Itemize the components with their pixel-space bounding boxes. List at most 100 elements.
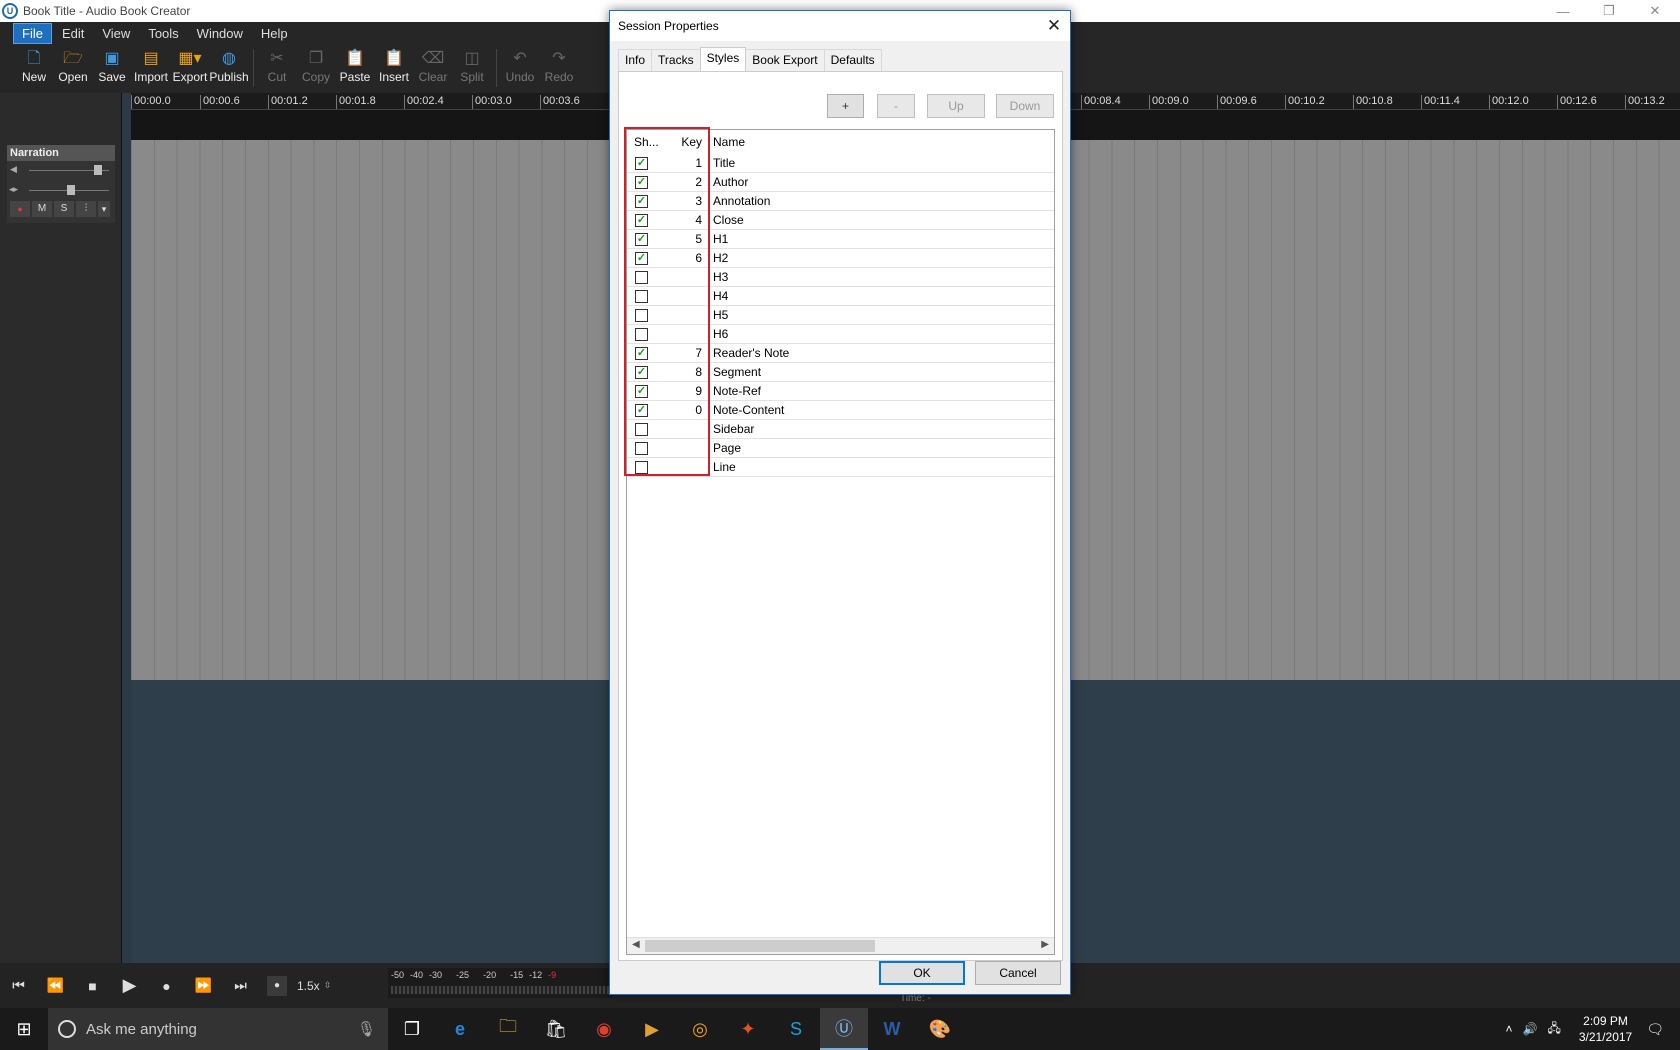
style-row[interactable]: ✓ 8 Segment <box>627 363 1054 382</box>
undo-button[interactable]: ↶ Undo <box>501 44 539 84</box>
style-name[interactable]: H1 <box>707 232 728 246</box>
style-name[interactable]: H2 <box>707 251 728 265</box>
style-key[interactable]: 1 <box>667 156 707 170</box>
show-checkbox[interactable] <box>635 270 648 284</box>
show-checkbox[interactable] <box>635 289 648 303</box>
track-name[interactable]: Narration <box>7 145 115 161</box>
style-key[interactable]: 0 <box>667 403 707 417</box>
volume-icon[interactable]: 🔊 <box>1522 1022 1537 1036</box>
menu-view[interactable]: View <box>94 24 138 43</box>
minimize-button[interactable]: — <box>1540 0 1586 22</box>
style-row[interactable]: ✓ 4 Close <box>627 211 1054 230</box>
style-row[interactable]: ✓ 9 Note-Ref <box>627 382 1054 401</box>
skip-to-start-icon[interactable]: ⏮ <box>0 977 37 994</box>
style-name[interactable]: Line <box>707 460 736 474</box>
mute-button[interactable]: M <box>32 201 52 217</box>
cut-button[interactable]: ✂ Cut <box>258 44 296 84</box>
add-style-button[interactable]: + <box>827 94 864 118</box>
horizontal-scrollbar[interactable]: ◀ ▶ <box>627 937 1054 954</box>
show-checkbox[interactable] <box>635 441 648 455</box>
style-key[interactable]: 4 <box>667 213 707 227</box>
show-checkbox[interactable]: ✓ <box>635 232 648 246</box>
paint-icon[interactable]: 🎨 <box>916 1008 964 1050</box>
style-row[interactable]: ✓ 2 Author <box>627 173 1054 192</box>
style-name[interactable]: Note-Content <box>707 403 784 417</box>
open-button[interactable]: 🗁 Open <box>54 44 92 84</box>
menu-file[interactable]: File <box>13 22 52 44</box>
export-button[interactable]: ▦▾ Export <box>171 44 209 84</box>
show-checkbox[interactable] <box>635 308 648 322</box>
speed-stepper-icon[interactable]: ⇳ <box>324 980 332 991</box>
microphone-icon[interactable]: 🎙 <box>357 1020 376 1038</box>
move-up-button[interactable]: Up <box>927 94 985 118</box>
loop-record-icon[interactable]: ● <box>267 975 287 996</box>
rewind-icon[interactable]: ⏪ <box>37 977 74 994</box>
menu-tools[interactable]: Tools <box>140 24 186 43</box>
solo-button[interactable]: S <box>54 201 74 217</box>
style-name[interactable]: Close <box>707 213 744 227</box>
tab-styles[interactable]: Styles <box>699 47 747 71</box>
publish-button[interactable]: ◍ Publish <box>209 44 248 84</box>
scroll-left-icon[interactable]: ◀ <box>632 939 640 950</box>
menu-help[interactable]: Help <box>253 24 296 43</box>
tab-defaults[interactable]: Defaults <box>823 49 882 71</box>
restore-button[interactable]: ❐ <box>1586 0 1632 22</box>
show-checkbox[interactable]: ✓ <box>635 346 648 360</box>
column-name[interactable]: Name <box>707 135 745 149</box>
style-name[interactable]: Note-Ref <box>707 384 761 398</box>
style-row[interactable]: ✓ 3 Annotation <box>627 192 1054 211</box>
cortana-search[interactable]: Ask me anything 🎙 <box>48 1008 388 1050</box>
scrollbar-thumb[interactable] <box>645 940 875 952</box>
show-checkbox[interactable]: ✓ <box>635 251 648 265</box>
record-icon[interactable]: ● <box>148 978 185 994</box>
style-name[interactable]: H6 <box>707 327 728 341</box>
tab-info[interactable]: Info <box>618 49 653 71</box>
style-name[interactable]: Sidebar <box>707 422 754 436</box>
edge-browser-icon[interactable]: e <box>436 1008 484 1050</box>
remove-style-button[interactable]: - <box>877 94 915 118</box>
audio-book-creator-taskbar-icon[interactable]: Ⓤ <box>820 1008 868 1050</box>
insert-button[interactable]: 📋 Insert <box>375 44 413 84</box>
style-key[interactable]: 3 <box>667 194 707 208</box>
copy-button[interactable]: ❐ Copy <box>297 44 335 84</box>
network-icon[interactable]: 🖧 <box>1547 1019 1560 1040</box>
show-checkbox[interactable]: ✓ <box>635 213 648 227</box>
split-button[interactable]: ◫ Split <box>453 44 491 84</box>
clock[interactable]: 2:09 PM 3/21/2017 <box>1579 1013 1632 1045</box>
file-explorer-icon[interactable]: 🗀 <box>484 1008 532 1050</box>
fast-forward-icon[interactable]: ⏩ <box>185 977 222 994</box>
dialog-close-icon[interactable]: ✕ <box>1044 16 1064 36</box>
style-name[interactable]: H3 <box>707 270 728 284</box>
show-checkbox[interactable]: ✓ <box>635 175 648 189</box>
show-checkbox[interactable]: ✓ <box>635 403 648 417</box>
style-row[interactable]: ✓ 6 H2 <box>627 249 1054 268</box>
skype-icon[interactable]: S <box>772 1008 820 1050</box>
style-row[interactable]: H6 <box>627 325 1054 344</box>
windows-start-icon[interactable]: ⊞ <box>0 1008 48 1050</box>
task-view-icon[interactable]: ❐ <box>388 1008 436 1050</box>
play-icon[interactable]: ▶ <box>111 975 148 996</box>
track-menu-icon[interactable]: ▾ <box>98 201 110 217</box>
column-show[interactable]: Sh... <box>627 135 667 149</box>
paste-button[interactable]: 📋 Paste <box>336 44 374 84</box>
close-window-button[interactable]: ✕ <box>1632 0 1678 22</box>
menu-edit[interactable]: Edit <box>54 24 92 43</box>
style-key[interactable]: 6 <box>667 251 707 265</box>
menu-window[interactable]: Window <box>189 24 251 43</box>
show-checkbox[interactable] <box>635 422 648 436</box>
style-row[interactable]: ✓ 0 Note-Content <box>627 401 1054 420</box>
style-row[interactable]: ✓ 5 H1 <box>627 230 1054 249</box>
notification-center-icon[interactable]: 🗨 <box>1646 1021 1664 1038</box>
mixer-icon[interactable]: ⫶ <box>76 201 96 217</box>
column-key[interactable]: Key <box>667 135 707 149</box>
tab-book-export[interactable]: Book Export <box>745 49 825 71</box>
tab-tracks[interactable]: Tracks <box>651 49 701 71</box>
move-down-button[interactable]: Down <box>996 94 1054 118</box>
style-name[interactable]: Title <box>707 156 735 170</box>
pan-slider[interactable]: ◂▸ <box>7 181 115 201</box>
store-icon[interactable]: 🛍 <box>532 1008 580 1050</box>
scroll-right-icon[interactable]: ▶ <box>1041 939 1049 950</box>
word-icon[interactable]: W <box>868 1008 916 1050</box>
cancel-button[interactable]: Cancel <box>975 961 1061 985</box>
style-name[interactable]: Author <box>707 175 748 189</box>
